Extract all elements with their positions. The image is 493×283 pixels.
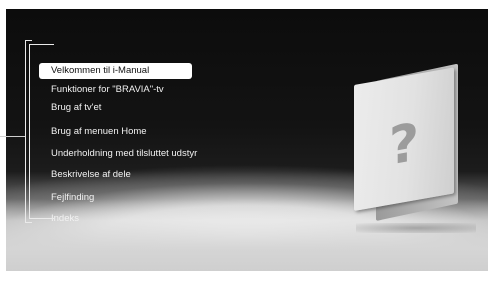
bracket-inner	[29, 44, 54, 219]
callout-line	[0, 136, 25, 137]
menu-item-welcome[interactable]: Velkommen til i-Manual	[39, 63, 192, 79]
book-shadow	[356, 223, 476, 233]
menu-item-features[interactable]: Funktioner for "BRAVIA"-tv	[39, 82, 164, 98]
question-book-icon: ?	[336, 63, 478, 233]
question-mark-icon: ?	[388, 112, 420, 178]
menu-item-connected-equipment[interactable]: Underholdning med tilsluttet udstyr	[39, 146, 197, 162]
tv-screen: Velkommen til i-Manual Funktioner for "B…	[6, 9, 488, 271]
menu-bracket	[25, 40, 54, 223]
menu-item-home-menu[interactable]: Brug af menuen Home	[39, 124, 147, 140]
